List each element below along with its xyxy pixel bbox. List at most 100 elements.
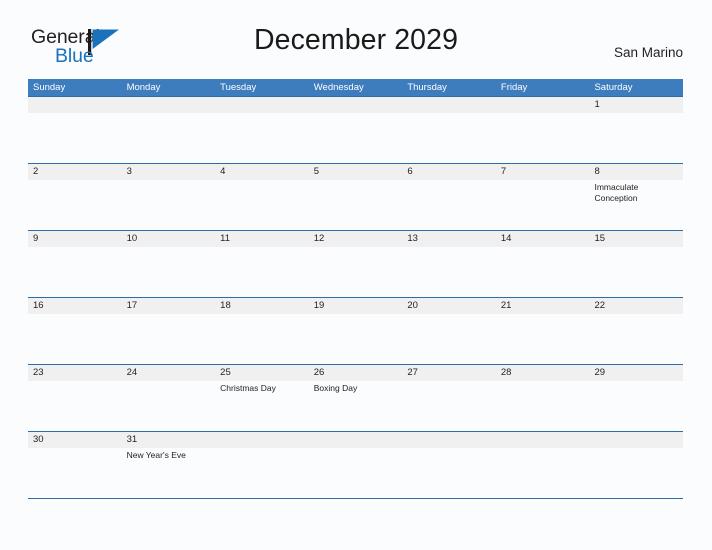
calendar-day-cell[interactable]: 2 [28, 164, 122, 230]
calendar-day-cell[interactable]: 29 [589, 365, 683, 431]
day-number: 16 [33, 300, 44, 311]
day-number: 15 [594, 233, 606, 244]
day-number: 27 [407, 367, 418, 378]
calendar-week-inner: 9 10 11 12 13 14 15 [28, 231, 683, 297]
calendar-day-cell[interactable]: 16 [28, 298, 122, 364]
calendar-day-cell[interactable]: 8 Immaculate Conception [589, 164, 683, 230]
day-number: 23 [33, 367, 44, 378]
calendar-day-empty [402, 432, 496, 498]
calendar-day-cell[interactable]: 30 [28, 432, 122, 498]
calendar-week-row: 9 10 11 12 13 14 15 [28, 230, 683, 297]
day-number: 11 [220, 233, 231, 244]
calendar-day-cell[interactable]: 3 [122, 164, 216, 230]
calendar-day-cell[interactable]: 5 [309, 164, 403, 230]
calendar-day-cell[interactable]: 25 Christmas Day [215, 365, 309, 431]
calendar-day-cell[interactable]: 24 [122, 365, 216, 431]
calendar-day-empty [496, 432, 590, 498]
calendar-day-cell[interactable]: 22 [589, 298, 683, 364]
day-number: 5 [313, 166, 320, 177]
calendar-day-empty [496, 97, 590, 163]
calendar-day-cell[interactable]: 7 [496, 164, 590, 230]
calendar-day-cell[interactable]: 15 [589, 231, 683, 297]
calendar-day-cell[interactable]: 4 [215, 164, 309, 230]
weekday-header-monday: Monday [126, 82, 161, 93]
calendar-week-row: 2 3 4 5 6 7 8 Immaculate Conception [28, 163, 683, 230]
day-number: 12 [313, 233, 325, 244]
calendar-day-cell[interactable]: 31 New Year's Eve [122, 432, 216, 498]
weekday-header-friday: Friday [500, 82, 528, 93]
weekday-header-row: Sunday Monday Tuesday Wednesday Thursday… [28, 79, 683, 96]
day-number: 7 [500, 166, 507, 177]
day-number: 6 [407, 166, 413, 177]
weekday-header-saturday: Saturday [594, 82, 633, 93]
calendar-week-inner: 1 [28, 97, 683, 163]
calendar-week-inner: 30 31 New Year's Eve [28, 432, 683, 498]
day-number: 22 [594, 300, 606, 311]
day-number: 3 [126, 166, 132, 177]
calendar-day-empty [402, 97, 496, 163]
holiday-label: Immaculate Conception [594, 182, 639, 204]
day-number: 30 [33, 434, 44, 445]
day-number: 9 [33, 233, 39, 244]
calendar-day-empty [28, 97, 122, 163]
calendar-day-cell[interactable]: 28 [496, 365, 590, 431]
day-number: 24 [126, 367, 138, 378]
calendar-day-cell[interactable]: 6 [402, 164, 496, 230]
calendar-day-empty [589, 432, 683, 498]
page-header: General Blue December 2029 San Marino [0, 24, 712, 72]
calendar-day-cell[interactable]: 13 [402, 231, 496, 297]
location-label: San Marino [613, 45, 683, 60]
day-number: 2 [33, 166, 39, 177]
holiday-label: Boxing Day [313, 383, 358, 393]
calendar-day-cell[interactable]: 10 [122, 231, 216, 297]
calendar-day-cell[interactable]: 1 [589, 97, 683, 163]
calendar-day-empty [309, 97, 403, 163]
calendar-day-cell[interactable]: 21 [496, 298, 590, 364]
calendar-day-empty [215, 432, 309, 498]
day-number: 25 [220, 367, 231, 378]
day-number: 18 [220, 300, 231, 311]
day-number: 28 [500, 367, 512, 378]
weekday-header-tuesday: Tuesday [220, 82, 257, 93]
calendar-day-cell[interactable]: 14 [496, 231, 590, 297]
day-number: 17 [126, 300, 138, 311]
day-events: Immaculate Conception [594, 180, 683, 204]
weekday-header-wednesday: Wednesday [313, 82, 364, 93]
calendar-weeks: 1 2 3 4 5 6 7 8 Immaculate Conception 9 10 11 12 13 14… [28, 96, 683, 499]
day-events: Boxing Day [314, 381, 403, 394]
calendar-day-cell[interactable]: 19 [309, 298, 403, 364]
day-number: 20 [407, 300, 418, 311]
weekday-header-sunday: Sunday [33, 82, 66, 93]
calendar-day-cell[interactable]: 27 [402, 365, 496, 431]
page-title: December 2029 [253, 24, 459, 56]
weekday-header-thursday: Thursday [407, 82, 447, 93]
calendar-day-cell[interactable]: 23 [28, 365, 122, 431]
calendar-day-cell[interactable]: 18 [215, 298, 309, 364]
day-events: Christmas Day [220, 381, 309, 394]
day-number: 13 [407, 233, 418, 244]
day-number: 19 [313, 300, 325, 311]
calendar-day-cell[interactable]: 26 Boxing Day [309, 365, 403, 431]
calendar-day-cell[interactable]: 20 [402, 298, 496, 364]
calendar-day-cell[interactable]: 17 [122, 298, 216, 364]
calendar-week-row: 23 24 25 Christmas Day 26 Boxing Day 27 28 29 [28, 364, 683, 431]
calendar-day-cell[interactable]: 12 [309, 231, 403, 297]
calendar-day-cell[interactable]: 11 [215, 231, 309, 297]
day-number: 10 [126, 233, 138, 244]
holiday-label: Christmas Day [220, 383, 276, 393]
holiday-label: New Year's Eve [126, 450, 186, 460]
day-number: 14 [500, 233, 512, 244]
calendar-day-empty [309, 432, 403, 498]
calendar-day-empty [215, 97, 309, 163]
calendar-day-empty [122, 97, 216, 163]
calendar-week-row: 30 31 New Year's Eve [28, 431, 683, 499]
day-number: 21 [500, 300, 512, 311]
day-number: 29 [594, 367, 606, 378]
calendar-day-cell[interactable]: 9 [28, 231, 122, 297]
day-events: New Year's Eve [127, 448, 216, 461]
calendar-week-row: 1 [28, 96, 683, 163]
day-number: 26 [313, 367, 325, 378]
calendar-page: General Blue December 2029 San Marino Su… [0, 0, 712, 550]
day-number: 8 [594, 166, 600, 177]
calendar-grid: Sunday Monday Tuesday Wednesday Thursday… [28, 79, 683, 499]
